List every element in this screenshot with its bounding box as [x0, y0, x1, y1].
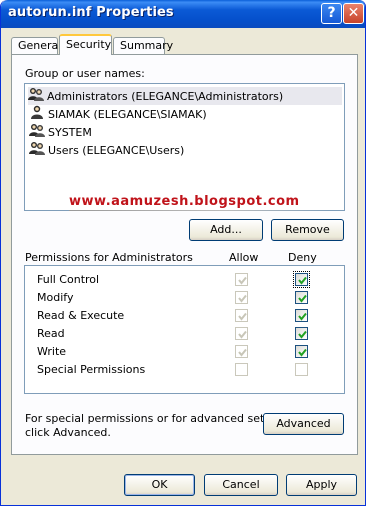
perm-row-label: Modify [37, 291, 74, 304]
button-label: Advanced [276, 417, 331, 430]
tab-general[interactable]: General [11, 37, 62, 55]
ok-button[interactable]: OK [124, 474, 195, 496]
watermark-underline [69, 210, 331, 211]
allow-checkbox-write [235, 345, 248, 358]
button-label: Add... [210, 223, 242, 236]
perm-row-label: Write [37, 345, 67, 358]
perm-row-label: Read [37, 327, 65, 340]
deny-checkbox-special [295, 363, 308, 376]
remove-button[interactable]: Remove [271, 219, 344, 241]
title-bar[interactable]: autorun.inf Properties ? ✕ [1, 0, 365, 28]
tab-security[interactable]: Security [59, 34, 112, 55]
user-group-icon [29, 123, 45, 143]
deny-header: Deny [288, 251, 317, 264]
group-list-label: Group or user names: [25, 67, 145, 80]
list-item-label: Administrators (ELEGANCE\Administrators) [47, 90, 284, 103]
apply-button[interactable]: Apply [286, 474, 357, 496]
advanced-button[interactable]: Advanced [263, 413, 344, 435]
tab-label: Summary [120, 39, 174, 52]
list-item-label: Users (ELEGANCE\Users) [48, 144, 185, 157]
perm-row-label: Read & Execute [37, 309, 125, 322]
allow-header: Allow [229, 251, 259, 264]
user-group-icon [29, 141, 45, 161]
deny-checkbox-read-execute[interactable] [295, 309, 308, 322]
allow-checkbox-modify [235, 291, 248, 304]
tab-label: Security [66, 38, 112, 51]
list-item-users[interactable]: Users (ELEGANCE\Users) [29, 141, 190, 159]
window-title: autorun.inf Properties [8, 5, 174, 20]
allow-checkbox-read-execute [235, 309, 248, 322]
cancel-button[interactable]: Cancel [204, 474, 278, 496]
button-label: OK [151, 478, 168, 491]
button-label: Cancel [222, 478, 260, 491]
allow-checkbox-full-control [235, 273, 248, 286]
tab-summary[interactable]: Summary [113, 37, 173, 55]
list-item-system[interactable]: SYSTEM [29, 123, 98, 141]
button-label: Remove [285, 223, 330, 236]
allow-checkbox-read [235, 327, 248, 340]
close-button[interactable]: ✕ [343, 3, 364, 24]
advanced-note-line2: click Advanced. [25, 426, 111, 439]
advanced-note-line1: For special permissions or for advanced … [25, 412, 295, 425]
list-item-label: SIAMAK (ELEGANCE\SIAMAK) [48, 108, 207, 121]
permissions-list: Full Control Modify Read & Execute Read … [24, 265, 345, 394]
tab-label: General [18, 39, 62, 52]
properties-dialog: autorun.inf Properties ? ✕ General Secur… [0, 0, 366, 506]
perm-row-label: Special Permissions [37, 363, 146, 376]
deny-checkbox-modify[interactable] [295, 291, 308, 304]
group-user-list[interactable]: Administrators (ELEGANCE\Administrators)… [24, 83, 345, 211]
deny-checkbox-write[interactable] [295, 345, 308, 358]
close-icon: ✕ [347, 5, 360, 21]
list-item-siamak[interactable]: SIAMAK (ELEGANCE\SIAMAK) [29, 105, 213, 123]
list-item-label: SYSTEM [48, 126, 92, 139]
user-group-icon [28, 87, 44, 107]
help-button[interactable]: ? [321, 3, 342, 24]
deny-checkbox-full-control[interactable] [295, 273, 308, 286]
watermark-text: www.aamuzesh.blogspot.com [69, 194, 300, 209]
list-item-administrators[interactable]: Administrators (ELEGANCE\Administrators) [28, 87, 342, 105]
deny-checkbox-read[interactable] [295, 327, 308, 340]
perm-row-label: Full Control [37, 273, 100, 286]
user-icon [29, 105, 45, 125]
question-icon: ? [327, 5, 336, 21]
add-button[interactable]: Add... [189, 219, 263, 241]
button-label: Apply [305, 478, 338, 491]
allow-checkbox-special [235, 363, 248, 376]
permissions-label: Permissions for Administrators [25, 251, 193, 264]
